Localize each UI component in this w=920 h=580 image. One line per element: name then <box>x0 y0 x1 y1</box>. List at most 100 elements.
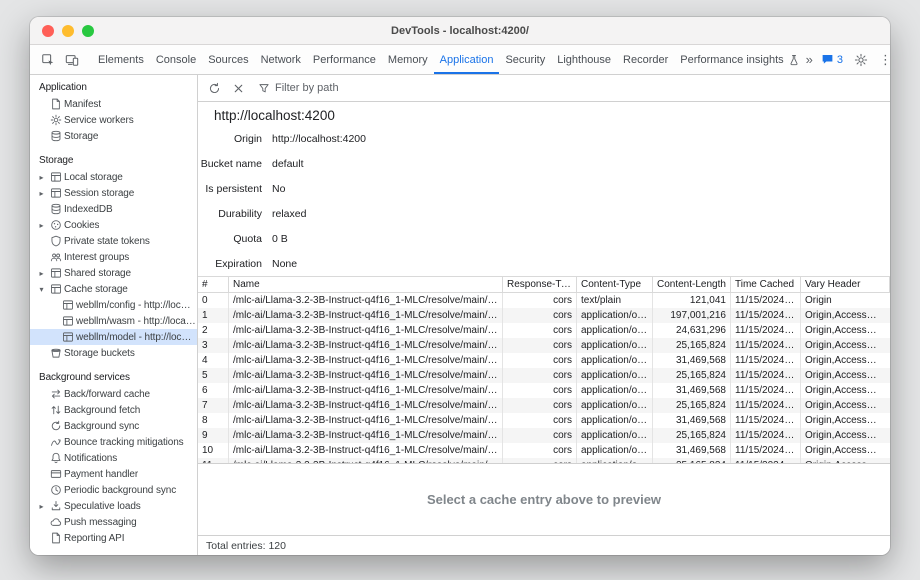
column-header-content-type[interactable]: Content-Type <box>577 277 653 292</box>
close-button[interactable] <box>42 25 54 37</box>
column-header-[interactable]: # <box>198 277 229 292</box>
table-row[interactable]: 3/mlc-ai/Llama-3.2-3B-Instruct-q4f16_1-M… <box>198 338 890 353</box>
table-cell: application/oc… <box>577 443 653 458</box>
tab-memory[interactable]: Memory <box>382 45 434 74</box>
tab-console[interactable]: Console <box>150 45 202 74</box>
tab-application[interactable]: Application <box>434 45 500 74</box>
tab-elements[interactable]: Elements <box>92 45 150 74</box>
table-cell: 24,631,296 <box>653 323 731 338</box>
table-row[interactable]: 1/mlc-ai/Llama-3.2-3B-Instruct-q4f16_1-M… <box>198 308 890 323</box>
sidebar-section-application: Application <box>30 80 197 96</box>
tab-recorder[interactable]: Recorder <box>617 45 674 74</box>
cloud-icon <box>47 516 64 528</box>
sidebar-item-label: Reporting API <box>64 533 124 544</box>
sidebar-item-manifest[interactable]: Manifest <box>30 96 197 112</box>
sidebar-item-speculative-loads[interactable]: ▸Speculative loads <box>30 498 197 514</box>
tab-performance-insights[interactable]: Performance insights <box>674 45 805 74</box>
sidebar-item-shared-storage[interactable]: ▸Shared storage <box>30 265 197 281</box>
device-toolbar-icon[interactable] <box>62 50 82 70</box>
table-row[interactable]: 8/mlc-ai/Llama-3.2-3B-Instruct-q4f16_1-M… <box>198 413 890 428</box>
tab-performance[interactable]: Performance <box>307 45 382 74</box>
more-tabs-icon[interactable]: » <box>806 52 813 67</box>
sidebar-item-storage-buckets[interactable]: Storage buckets <box>30 345 197 361</box>
window-title: DevTools - localhost:4200/ <box>30 25 890 37</box>
table-row[interactable]: 4/mlc-ai/Llama-3.2-3B-Instruct-q4f16_1-M… <box>198 353 890 368</box>
collapse-arrow-icon[interactable]: ▾ <box>36 285 47 294</box>
sidebar-item-periodic-background-sync[interactable]: Periodic background sync <box>30 482 197 498</box>
sidebar-item-background-sync[interactable]: Background sync <box>30 418 197 434</box>
inspect-element-icon[interactable] <box>38 50 58 70</box>
table-cell: Origin <box>801 293 890 308</box>
table-row[interactable]: 7/mlc-ai/Llama-3.2-3B-Instruct-q4f16_1-M… <box>198 398 890 413</box>
issues-badge[interactable]: 3 <box>821 53 843 66</box>
table-row[interactable]: 2/mlc-ai/Llama-3.2-3B-Instruct-q4f16_1-M… <box>198 323 890 338</box>
sidebar-item-service-workers[interactable]: Service workers <box>30 112 197 128</box>
table-cell-text: 11/15/2024, 10… <box>735 295 796 306</box>
minimize-button[interactable] <box>62 25 74 37</box>
sidebar-item-session-storage[interactable]: ▸Session storage <box>30 185 197 201</box>
sidebar-item-label: Periodic background sync <box>64 485 176 496</box>
tab-security[interactable]: Security <box>499 45 551 74</box>
sidebar-item-label: Interest groups <box>64 252 129 263</box>
settings-gear-icon[interactable] <box>851 50 871 70</box>
refresh-icon[interactable] <box>204 78 224 98</box>
tab-sources[interactable]: Sources <box>202 45 254 74</box>
column-header-name[interactable]: Name <box>229 277 503 292</box>
sidebar-item-bounce-tracking-mitigations[interactable]: Bounce tracking mitigations <box>30 434 197 450</box>
sidebar-item-webllm-config-http-loc[interactable]: webllm/config - http://loc… <box>30 297 197 313</box>
expand-arrow-icon[interactable]: ▸ <box>36 269 47 278</box>
expand-arrow-icon[interactable]: ▸ <box>36 173 47 182</box>
sidebar-item-private-state-tokens[interactable]: Private state tokens <box>30 233 197 249</box>
table-cell-text: 9 <box>202 430 224 441</box>
expand-arrow-icon[interactable]: ▸ <box>36 221 47 230</box>
tab-network[interactable]: Network <box>255 45 307 74</box>
zoom-button[interactable] <box>82 25 94 37</box>
table-cell-text: 8 <box>202 415 224 426</box>
sidebar-item-label: IndexedDB <box>64 204 113 215</box>
sidebar-item-payment-handler[interactable]: Payment handler <box>30 466 197 482</box>
column-header-response-type[interactable]: Response-Type <box>503 277 577 292</box>
speculative-icon <box>47 500 64 512</box>
sidebar-item-local-storage[interactable]: ▸Local storage <box>30 169 197 185</box>
sidebar-item-interest-groups[interactable]: Interest groups <box>30 249 197 265</box>
sidebar-item-notifications[interactable]: Notifications <box>30 450 197 466</box>
tab-lighthouse[interactable]: Lighthouse <box>551 45 617 74</box>
table-cell-text: application/oc… <box>581 310 648 321</box>
sidebar-item-storage[interactable]: Storage <box>30 128 197 144</box>
sidebar-item-back-forward-cache[interactable]: Back/forward cache <box>30 386 197 402</box>
column-header-time-cached[interactable]: Time Cached <box>731 277 801 292</box>
table-cell: 25,165,824 <box>653 398 731 413</box>
table-row[interactable]: 9/mlc-ai/Llama-3.2-3B-Instruct-q4f16_1-M… <box>198 428 890 443</box>
table-cell: cors <box>503 353 577 368</box>
delete-selected-icon[interactable] <box>228 78 248 98</box>
sidebar-item-background-fetch[interactable]: Background fetch <box>30 402 197 418</box>
fetch-icon <box>47 404 64 416</box>
table-cell-text: 11/15/2024, 10… <box>735 430 796 441</box>
sidebar-item-webllm-wasm-http-loca[interactable]: webllm/wasm - http://loca… <box>30 313 197 329</box>
sidebar-item-push-messaging[interactable]: Push messaging <box>30 514 197 530</box>
table-cell-text: 5 <box>202 370 224 381</box>
tab-label: Performance insights <box>680 54 783 66</box>
table-row[interactable]: 10/mlc-ai/Llama-3.2-3B-Instruct-q4f16_1-… <box>198 443 890 458</box>
sidebar-item-cookies[interactable]: ▸Cookies <box>30 217 197 233</box>
table-cell-text: 11/15/2024, 10… <box>735 445 796 456</box>
table-cell: /mlc-ai/Llama-3.2-3B-Instruct-q4f16_1-ML… <box>229 293 503 308</box>
expand-arrow-icon[interactable]: ▸ <box>36 189 47 198</box>
table-cell: /mlc-ai/Llama-3.2-3B-Instruct-q4f16_1-ML… <box>229 443 503 458</box>
table-cell: /mlc-ai/Llama-3.2-3B-Instruct-q4f16_1-ML… <box>229 338 503 353</box>
table-row[interactable]: 5/mlc-ai/Llama-3.2-3B-Instruct-q4f16_1-M… <box>198 368 890 383</box>
sidebar-item-webllm-model-http-loc[interactable]: webllm/model - http://loc… <box>30 329 197 345</box>
column-header-vary-header[interactable]: Vary Header <box>801 277 890 292</box>
sidebar-item-cache-storage[interactable]: ▾Cache storage <box>30 281 197 297</box>
filter-by-path-input[interactable]: Filter by path <box>252 82 339 94</box>
tab-label: Application <box>440 54 494 66</box>
sidebar-item-reporting-api[interactable]: Reporting API <box>30 530 197 546</box>
column-header-content-length[interactable]: Content-Length <box>653 277 731 292</box>
table-row[interactable]: 6/mlc-ai/Llama-3.2-3B-Instruct-q4f16_1-M… <box>198 383 890 398</box>
sidebar-item-indexeddb[interactable]: IndexedDB <box>30 201 197 217</box>
expand-arrow-icon[interactable]: ▸ <box>36 502 47 511</box>
kebab-menu-icon[interactable]: ⋮ <box>879 52 890 68</box>
table-cell: text/plain <box>577 293 653 308</box>
table-row[interactable]: 0/mlc-ai/Llama-3.2-3B-Instruct-q4f16_1-M… <box>198 293 890 308</box>
table-cell: cors <box>503 443 577 458</box>
